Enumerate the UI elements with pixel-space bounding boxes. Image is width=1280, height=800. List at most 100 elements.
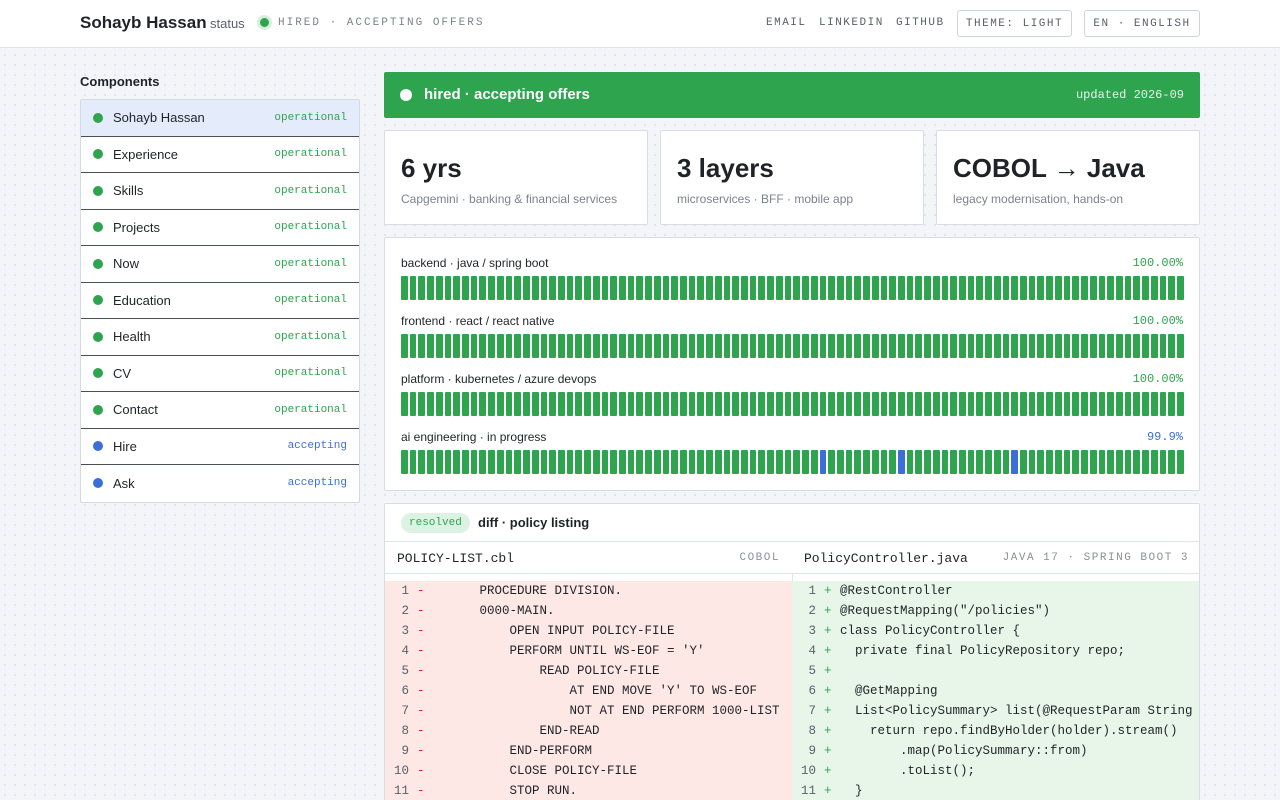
uptime-bar[interactable] [636,334,644,358]
uptime-bar[interactable] [618,450,626,474]
uptime-bar[interactable] [906,392,914,416]
uptime-bar[interactable] [732,276,740,300]
uptime-bar[interactable] [601,392,609,416]
uptime-bar[interactable] [1098,450,1106,474]
uptime-bar[interactable] [1150,450,1158,474]
uptime-bar[interactable] [531,334,539,358]
uptime-bar[interactable] [941,276,949,300]
uptime-bar[interactable] [401,450,408,474]
uptime-bar[interactable] [1054,392,1062,416]
uptime-bar[interactable] [540,276,548,300]
uptime-bar[interactable] [1133,392,1141,416]
uptime-bar[interactable] [697,450,705,474]
uptime-bar[interactable] [575,334,583,358]
uptime-bar[interactable] [836,276,844,300]
uptime-bar[interactable] [767,276,774,300]
uptime-bar[interactable] [993,450,1001,474]
uptime-bar[interactable] [488,392,495,416]
uptime-bar[interactable] [714,450,722,474]
uptime-bar[interactable] [1054,276,1062,300]
uptime-bar[interactable] [680,450,687,474]
uptime-bar[interactable] [418,334,426,358]
uptime-bar[interactable] [723,392,731,416]
uptime-bar[interactable] [889,334,896,358]
uptime-bar[interactable] [706,392,713,416]
uptime-bar[interactable] [653,334,661,358]
uptime-bar[interactable] [592,334,600,358]
uptime-bar[interactable] [1037,450,1045,474]
uptime-bar[interactable] [1115,450,1123,474]
uptime-bar[interactable] [662,334,670,358]
uptime-bar[interactable] [627,450,635,474]
uptime-bar[interactable] [488,276,495,300]
uptime-bar[interactable] [531,450,539,474]
uptime-bar[interactable] [688,334,696,358]
uptime-bar[interactable] [915,392,923,416]
uptime-bar[interactable] [1115,392,1123,416]
uptime-bar[interactable] [1159,392,1167,416]
uptime-bar[interactable] [932,450,940,474]
uptime-bar[interactable] [889,450,896,474]
uptime-bar[interactable] [523,450,530,474]
uptime-bar[interactable] [1159,334,1167,358]
uptime-bar[interactable] [1150,334,1158,358]
uptime-bar[interactable] [1089,450,1097,474]
uptime-bar[interactable] [444,450,452,474]
uptime-bar[interactable] [897,334,905,358]
uptime-bar[interactable] [1063,450,1071,474]
uptime-bar[interactable] [723,450,731,474]
file-name[interactable]: PolicyController.java [804,551,968,566]
uptime-bar[interactable] [1081,276,1088,300]
uptime-bar[interactable] [671,276,678,300]
uptime-bar[interactable] [1115,276,1123,300]
uptime-bar[interactable] [662,392,670,416]
uptime-bar[interactable] [1011,450,1019,474]
uptime-bar[interactable] [793,392,801,416]
sidebar-item-education[interactable]: Education operational [81,283,359,319]
uptime-bar[interactable] [505,392,513,416]
uptime-bar[interactable] [1089,334,1097,358]
sidebar-item-skills[interactable]: Skills operational [81,173,359,210]
uptime-bar[interactable] [627,276,635,300]
uptime-bar[interactable] [749,392,757,416]
uptime-bar[interactable] [1011,334,1019,358]
uptime-bar[interactable] [871,450,879,474]
uptime-bar[interactable] [967,334,975,358]
uptime-bar[interactable] [863,450,870,474]
uptime-bar[interactable] [1011,392,1019,416]
uptime-bar[interactable] [453,276,461,300]
uptime-bar[interactable] [1107,334,1114,358]
uptime-bar[interactable] [749,276,757,300]
uptime-bar[interactable] [444,276,452,300]
uptime-bar[interactable] [1054,450,1062,474]
uptime-bar[interactable] [854,276,862,300]
uptime-bar[interactable] [810,334,818,358]
nav-github-link[interactable]: GITHUB [896,17,945,29]
uptime-bar[interactable] [924,392,931,416]
uptime-bar[interactable] [1150,276,1158,300]
uptime-bar[interactable] [540,334,548,358]
uptime-bar[interactable] [863,392,870,416]
uptime-bar[interactable] [688,450,696,474]
uptime-bar[interactable] [959,276,966,300]
uptime-bar[interactable] [1098,276,1106,300]
uptime-bar[interactable] [706,450,713,474]
uptime-bar[interactable] [828,450,835,474]
uptime-bar[interactable] [462,334,469,358]
uptime-bar[interactable] [1176,276,1184,300]
uptime-bar[interactable] [732,450,740,474]
uptime-bar[interactable] [758,334,766,358]
uptime-bar[interactable] [1089,392,1097,416]
uptime-bar[interactable] [802,276,809,300]
uptime-bar[interactable] [897,276,905,300]
uptime-bar[interactable] [575,392,583,416]
uptime-bar[interactable] [549,392,556,416]
uptime-bar[interactable] [627,334,635,358]
uptime-bar[interactable] [427,392,434,416]
uptime-bar[interactable] [557,392,565,416]
uptime-bar[interactable] [741,334,748,358]
uptime-bar[interactable] [557,334,565,358]
uptime-bar[interactable] [523,276,530,300]
uptime-bar[interactable] [697,392,705,416]
uptime-bar[interactable] [1063,276,1071,300]
